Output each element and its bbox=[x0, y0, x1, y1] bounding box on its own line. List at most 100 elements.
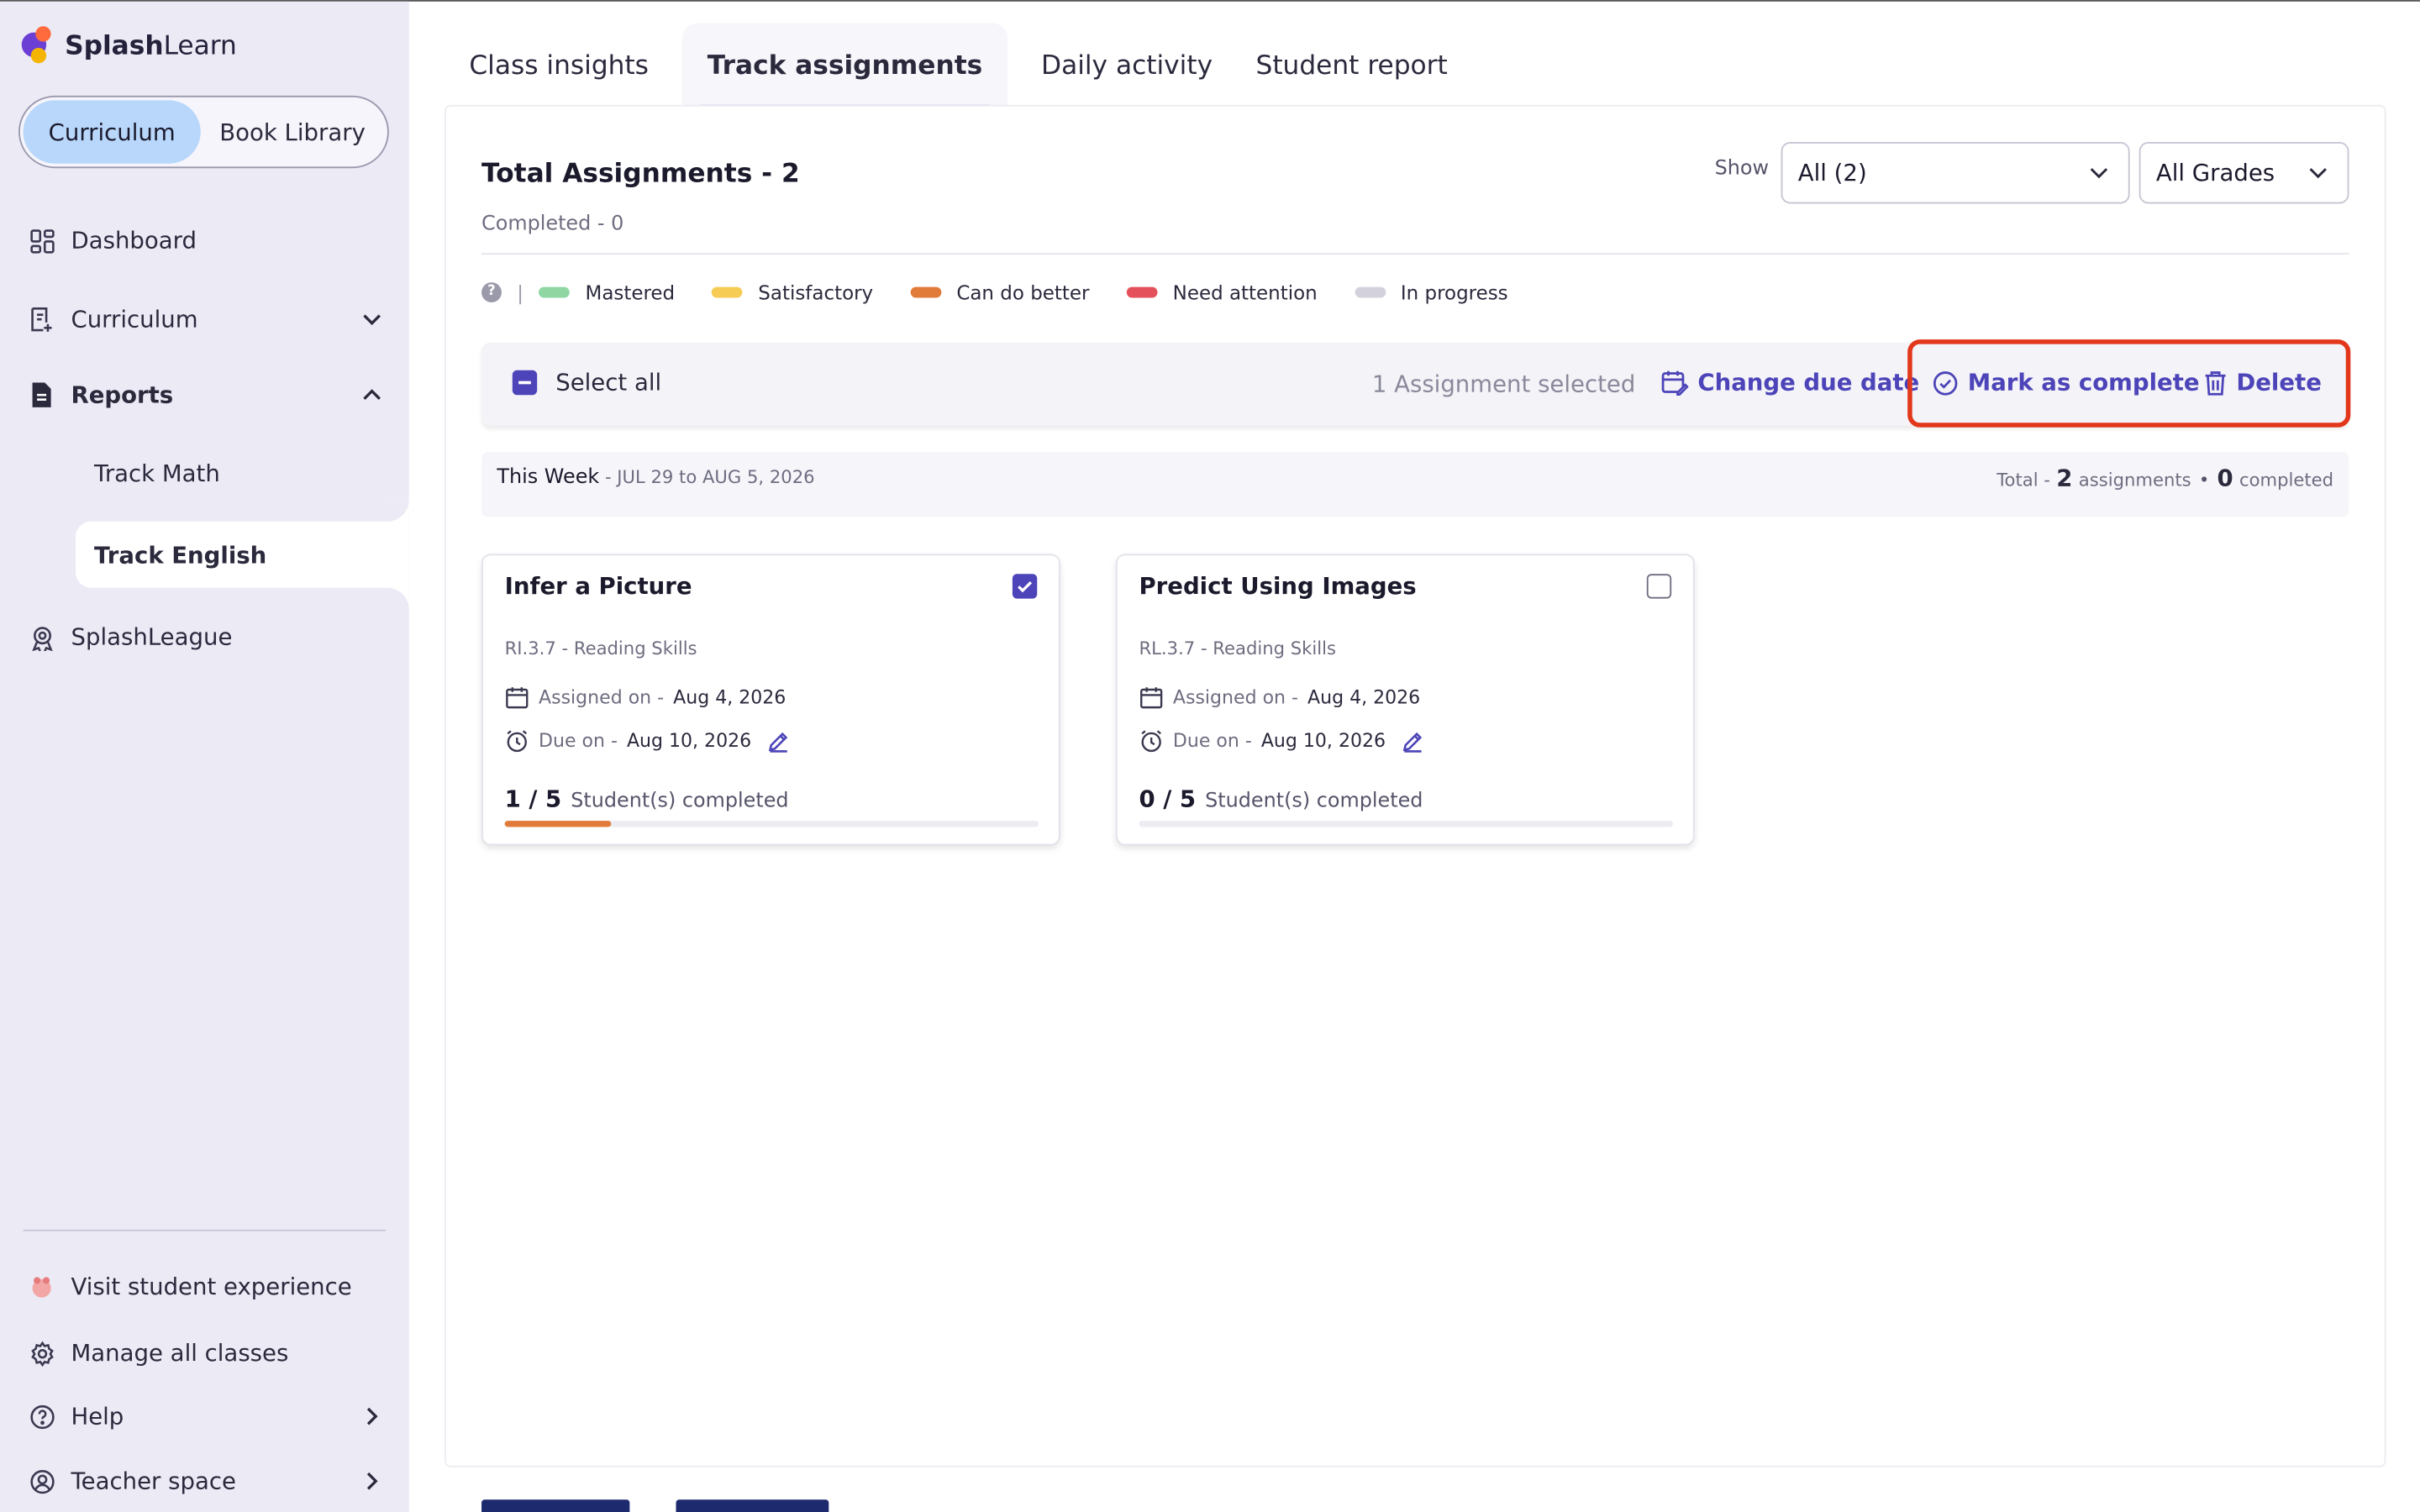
bulk-action-bar: Select all 1 Assignment selected Change … bbox=[481, 342, 2349, 426]
sidebar-item-manage-classes[interactable]: Manage all classes bbox=[28, 1330, 288, 1376]
legend-help-icon[interactable]: ? bbox=[481, 281, 502, 302]
checkmark-icon bbox=[1018, 581, 1033, 593]
legend-swatch bbox=[1354, 286, 1386, 297]
sidebar-item-label: Reports bbox=[71, 381, 174, 409]
assignment-standard: RI.3.7 - Reading Skills bbox=[504, 637, 697, 659]
sidebar-item-teacher-space[interactable]: Teacher space bbox=[28, 1458, 382, 1504]
performance-legend: ? | Mastered Satisfactory Can do better … bbox=[481, 276, 1545, 307]
completion-progress-bar bbox=[1139, 821, 1673, 827]
indeterminate-checkbox-icon bbox=[512, 370, 538, 396]
sidebar-item-help[interactable]: Help bbox=[28, 1394, 382, 1440]
assignment-filter-dropdown[interactable]: All (2) bbox=[1781, 141, 2130, 204]
week-group-header: This Week - JUL 29 to AUG 5, 2026 Total … bbox=[481, 452, 2349, 517]
legend-swatch bbox=[1126, 286, 1158, 297]
week-date-range: - JUL 29 to AUG 5, 2026 bbox=[599, 465, 815, 488]
assigned-date-row: Assigned on - Aug 4, 2026 bbox=[505, 685, 786, 709]
calendar-edit-icon bbox=[1661, 370, 1689, 396]
legend-label: In progress bbox=[1400, 280, 1508, 303]
legend-swatch bbox=[539, 286, 571, 297]
assignment-card[interactable]: Infer a Picture RI.3.7 - Reading Skills … bbox=[481, 554, 1060, 846]
alarm-clock-icon bbox=[507, 730, 528, 753]
sidebar-item-splashleague[interactable]: SplashLeague bbox=[28, 614, 232, 660]
brand-name-bold: Splash bbox=[65, 30, 164, 62]
curriculum-toggle-button[interactable]: Curriculum bbox=[23, 100, 201, 164]
pencil-edit-icon[interactable] bbox=[1401, 729, 1424, 753]
show-filter-label: Show bbox=[1714, 157, 1770, 181]
mark-as-complete-button[interactable]: Mark as complete bbox=[1933, 369, 2200, 396]
banner-thumbnail[interactable] bbox=[481, 1499, 630, 1512]
sidebar-divider bbox=[23, 1229, 387, 1231]
change-due-date-button[interactable]: Change due date bbox=[1660, 369, 1919, 396]
completion-ratio: 0 / 5 bbox=[1139, 785, 1197, 813]
legend-separator: | bbox=[517, 280, 524, 303]
pencil-edit-icon[interactable] bbox=[767, 729, 791, 753]
legend-label: Mastered bbox=[585, 280, 676, 303]
help-circle-icon bbox=[28, 1403, 55, 1431]
chevron-right-icon bbox=[366, 1472, 378, 1490]
week-total-prefix: Total - bbox=[1996, 469, 2050, 491]
check-circle-icon bbox=[1933, 370, 1958, 395]
assignment-checkbox-unchecked[interactable] bbox=[1646, 574, 1672, 599]
brand-logo[interactable]: SplashLearn bbox=[18, 26, 237, 66]
trash-icon bbox=[2205, 370, 2226, 395]
dashboard-icon bbox=[28, 227, 55, 255]
assigned-date: Aug 4, 2026 bbox=[673, 686, 786, 709]
student-avatar-icon bbox=[28, 1273, 55, 1300]
calendar-icon bbox=[506, 687, 529, 709]
book-library-toggle-button[interactable]: Book Library bbox=[201, 100, 385, 163]
tab-track-assignments[interactable]: Track assignments bbox=[682, 23, 1007, 110]
sidebar-item-visit-student[interactable]: Visit student experience bbox=[28, 1263, 352, 1310]
assignment-card[interactable]: Predict Using Images RL.3.7 - Reading Sk… bbox=[1115, 554, 1695, 846]
completion-label: Student(s) completed bbox=[1205, 790, 1423, 813]
tab-student-report[interactable]: Student report bbox=[1234, 24, 1470, 110]
week-summary: Total - 2 assignments • 0 completed bbox=[1996, 465, 2333, 492]
assignment-checkbox-checked[interactable] bbox=[1012, 574, 1038, 599]
due-date-row: Due on - Aug 10, 2026 bbox=[1139, 728, 1423, 753]
calendar-icon bbox=[1140, 687, 1163, 709]
due-date: Aug 10, 2026 bbox=[626, 729, 752, 752]
brand-name: SplashLearn bbox=[65, 31, 237, 62]
delete-button[interactable]: Delete bbox=[2204, 369, 2322, 396]
legend-item-mastered: Mastered bbox=[539, 280, 675, 303]
sidebar-item-track-math[interactable]: Track Math bbox=[94, 459, 220, 487]
week-completed-count: 0 bbox=[2217, 464, 2233, 492]
legend-swatch bbox=[910, 286, 941, 297]
legend-label: Can do better bbox=[956, 280, 1090, 303]
due-label: Due on - bbox=[539, 729, 618, 752]
week-total-unit: assignments bbox=[2078, 469, 2191, 491]
tab-class-insights[interactable]: Class insights bbox=[448, 24, 671, 110]
week-bullet: • bbox=[2198, 469, 2210, 491]
selection-count: 1 Assignment selected bbox=[1371, 370, 1636, 398]
week-title: This Week - JUL 29 to AUG 5, 2026 bbox=[497, 466, 814, 490]
sidebar-item-label: Dashboard bbox=[71, 226, 197, 255]
sidebar-item-label: Help bbox=[71, 1402, 124, 1431]
app-window: SplashLearn Curriculum Book Library Dash… bbox=[0, 0, 2420, 1512]
banner-thumbnail[interactable] bbox=[676, 1499, 829, 1512]
sidebar-item-reports[interactable]: Reports bbox=[28, 372, 382, 418]
completion-progress-bar bbox=[504, 821, 1039, 827]
sidebar-item-label: SplashLeague bbox=[71, 623, 233, 652]
tab-daily-activity[interactable]: Daily activity bbox=[1019, 24, 1234, 110]
grade-filter-dropdown[interactable]: All Grades bbox=[2139, 141, 2349, 204]
select-all-label: Select all bbox=[555, 368, 662, 397]
legend-item-need-attention: Need attention bbox=[1126, 280, 1318, 303]
due-date-row: Due on - Aug 10, 2026 bbox=[505, 728, 790, 753]
splashlearn-logo-icon bbox=[18, 26, 59, 66]
sidebar-item-dashboard[interactable]: Dashboard bbox=[28, 218, 197, 264]
dropdown-value: All Grades bbox=[2155, 159, 2275, 187]
user-circle-icon bbox=[28, 1467, 55, 1495]
sidebar-item-track-english[interactable]: Track English bbox=[94, 542, 266, 570]
legend-item-in-progress: In progress bbox=[1354, 280, 1508, 303]
due-date: Aug 10, 2026 bbox=[1260, 729, 1386, 752]
due-label: Due on - bbox=[1172, 729, 1252, 752]
week-total-count: 2 bbox=[2056, 464, 2073, 492]
header-divider bbox=[481, 253, 2349, 255]
total-assignments-heading: Total Assignments - 2 bbox=[481, 159, 800, 190]
sidebar-item-label: Curriculum bbox=[71, 305, 198, 333]
sidebar-item-curriculum[interactable]: Curriculum bbox=[28, 297, 382, 343]
legend-label: Need attention bbox=[1172, 280, 1318, 303]
select-all-checkbox[interactable]: Select all bbox=[512, 368, 662, 397]
sidebar-item-label: Teacher space bbox=[71, 1467, 236, 1495]
chevron-down-icon bbox=[2309, 168, 2327, 179]
completion-summary: 0 / 5 Student(s) completed bbox=[1139, 785, 1423, 813]
